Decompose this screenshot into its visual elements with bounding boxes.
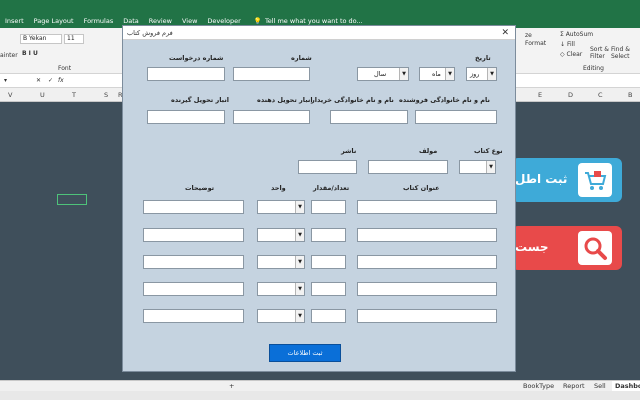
chevron-down-icon: ▼	[445, 68, 454, 80]
column-label[interactable]: V	[8, 91, 12, 99]
selected-cell[interactable]	[57, 194, 87, 205]
description-field[interactable]	[143, 282, 244, 296]
seller-field[interactable]	[415, 110, 497, 124]
unit-select[interactable]: ▼	[257, 282, 305, 296]
day-select[interactable]: روز ▼	[466, 67, 497, 81]
quantity-label: تعداد/مقدار	[313, 184, 350, 192]
warehouse-deliver-field[interactable]	[233, 110, 310, 124]
publisher-field[interactable]	[298, 160, 357, 174]
tab-formulas[interactable]: Formulas	[79, 14, 119, 28]
chevron-down-icon: ▼	[295, 201, 304, 213]
book-title-field[interactable]	[357, 228, 497, 242]
warehouse-receive-label: انبار تحویل گیرنده	[171, 96, 229, 104]
month-select[interactable]: ماه ▼	[419, 67, 455, 81]
description-field[interactable]	[143, 228, 244, 242]
request-number-label: شماره درخواست	[169, 54, 224, 62]
chevron-down-icon: ▼	[295, 229, 304, 241]
magnifier-icon	[578, 231, 612, 265]
cart-icon	[578, 163, 612, 197]
register-shortcut-label: ثبت اطل	[515, 172, 568, 186]
quantity-field[interactable]	[311, 228, 346, 242]
dialog-titlebar: فرم فروش کتاب ✕	[123, 26, 515, 40]
description-field[interactable]	[143, 309, 244, 323]
author-field[interactable]	[368, 160, 448, 174]
column-label[interactable]: S	[104, 91, 108, 99]
font-group-label: Font	[58, 65, 72, 72]
bold-button[interactable]: B I U	[22, 50, 38, 57]
unit-label: واحد	[271, 184, 286, 192]
column-label[interactable]: T	[72, 91, 76, 99]
chevron-down-icon: ▼	[295, 256, 304, 268]
font-size-box[interactable]: 11	[64, 34, 84, 44]
unit-select[interactable]: ▼	[257, 200, 305, 214]
chevron-down-icon: ▼	[399, 68, 408, 80]
quantity-field[interactable]	[311, 200, 346, 214]
publisher-label: ناشر	[341, 147, 357, 155]
status-strip	[0, 391, 640, 400]
column-label[interactable]: E	[538, 91, 542, 99]
tab-insert[interactable]: Insert	[0, 14, 29, 28]
find-select-button[interactable]: Find & Select	[611, 46, 630, 60]
column-label[interactable]: B	[628, 91, 632, 99]
column-label[interactable]: C	[598, 91, 603, 99]
register-shortcut-button[interactable]: ثبت اطل	[512, 158, 622, 202]
editing-group-label: Editing	[583, 65, 604, 72]
unit-select[interactable]: ▼	[257, 255, 305, 269]
unit-select[interactable]: ▼	[257, 309, 305, 323]
book-type-label: نوع کتاب	[474, 147, 503, 155]
book-title-field[interactable]	[357, 200, 497, 214]
number-label: شماره	[291, 54, 312, 62]
search-shortcut-button[interactable]: جست	[512, 226, 622, 270]
name-box-arrow-icon[interactable]: ▾	[4, 77, 7, 84]
description-field[interactable]	[143, 255, 244, 269]
cancel-icon[interactable]: ✕	[36, 77, 41, 84]
column-label[interactable]: U	[40, 91, 45, 99]
unit-select[interactable]: ▼	[257, 228, 305, 242]
clear-button[interactable]: ◇ Clear	[560, 51, 582, 58]
search-shortcut-label: جست	[515, 240, 549, 254]
enter-icon[interactable]: ✓	[48, 77, 53, 84]
column-label[interactable]: D	[568, 91, 573, 99]
font-name-box[interactable]: B Yekan	[20, 34, 62, 44]
book-title-field[interactable]	[357, 309, 497, 323]
dialog-title: فرم فروش کتاب	[127, 29, 173, 37]
year-select[interactable]: سال ▼	[357, 67, 409, 81]
description-label: توضیحات	[185, 184, 215, 192]
book-title-field[interactable]	[357, 255, 497, 269]
warehouse-deliver-label: انبار تحویل دهنده	[257, 96, 313, 104]
book-title-field[interactable]	[357, 282, 497, 296]
chevron-down-icon: ▼	[295, 283, 304, 295]
close-icon[interactable]: ✕	[501, 27, 509, 39]
chevron-down-icon: ▼	[487, 68, 496, 80]
fill-button[interactable]: ↓ Fill	[560, 41, 575, 48]
author-label: مولف	[419, 147, 438, 155]
excel-menubar: Insert Page Layout Formulas Data Review …	[0, 0, 640, 28]
quantity-field[interactable]	[311, 282, 346, 296]
format-button[interactable]: Format	[525, 40, 546, 47]
description-field[interactable]	[143, 200, 244, 214]
chevron-down-icon: ▼	[486, 161, 495, 173]
number-format-label: ze	[525, 32, 532, 39]
sort-filter-button[interactable]: Sort & Filter	[590, 46, 609, 60]
quantity-field[interactable]	[311, 255, 346, 269]
fx-icon[interactable]: fx	[58, 77, 64, 84]
buyer-label: نام و نام خانوادگی خریدار	[311, 96, 394, 104]
book-title-label: عنوان کتاب	[403, 184, 440, 192]
submit-button[interactable]: ثبت اطلاعات	[269, 344, 341, 362]
warehouse-receive-field[interactable]	[147, 110, 225, 124]
buyer-field[interactable]	[330, 110, 408, 124]
seller-label: نام و نام خانوادگی فروشنده	[399, 96, 490, 104]
request-number-field[interactable]	[147, 67, 225, 81]
book-type-select[interactable]: ▼	[459, 160, 496, 174]
date-label: تاریخ	[475, 54, 491, 62]
quantity-field[interactable]	[311, 309, 346, 323]
book-sale-form-dialog: فرم فروش کتاب ✕ تاریخ روز ▼ ماه ▼ سال ▼ …	[122, 25, 516, 372]
autosum-button[interactable]: Σ AutoSum	[560, 31, 593, 38]
number-field[interactable]	[233, 67, 310, 81]
tab-page-layout[interactable]: Page Layout	[29, 14, 79, 28]
chevron-down-icon: ▼	[295, 310, 304, 322]
format-painter-label[interactable]: ainter	[0, 52, 18, 59]
